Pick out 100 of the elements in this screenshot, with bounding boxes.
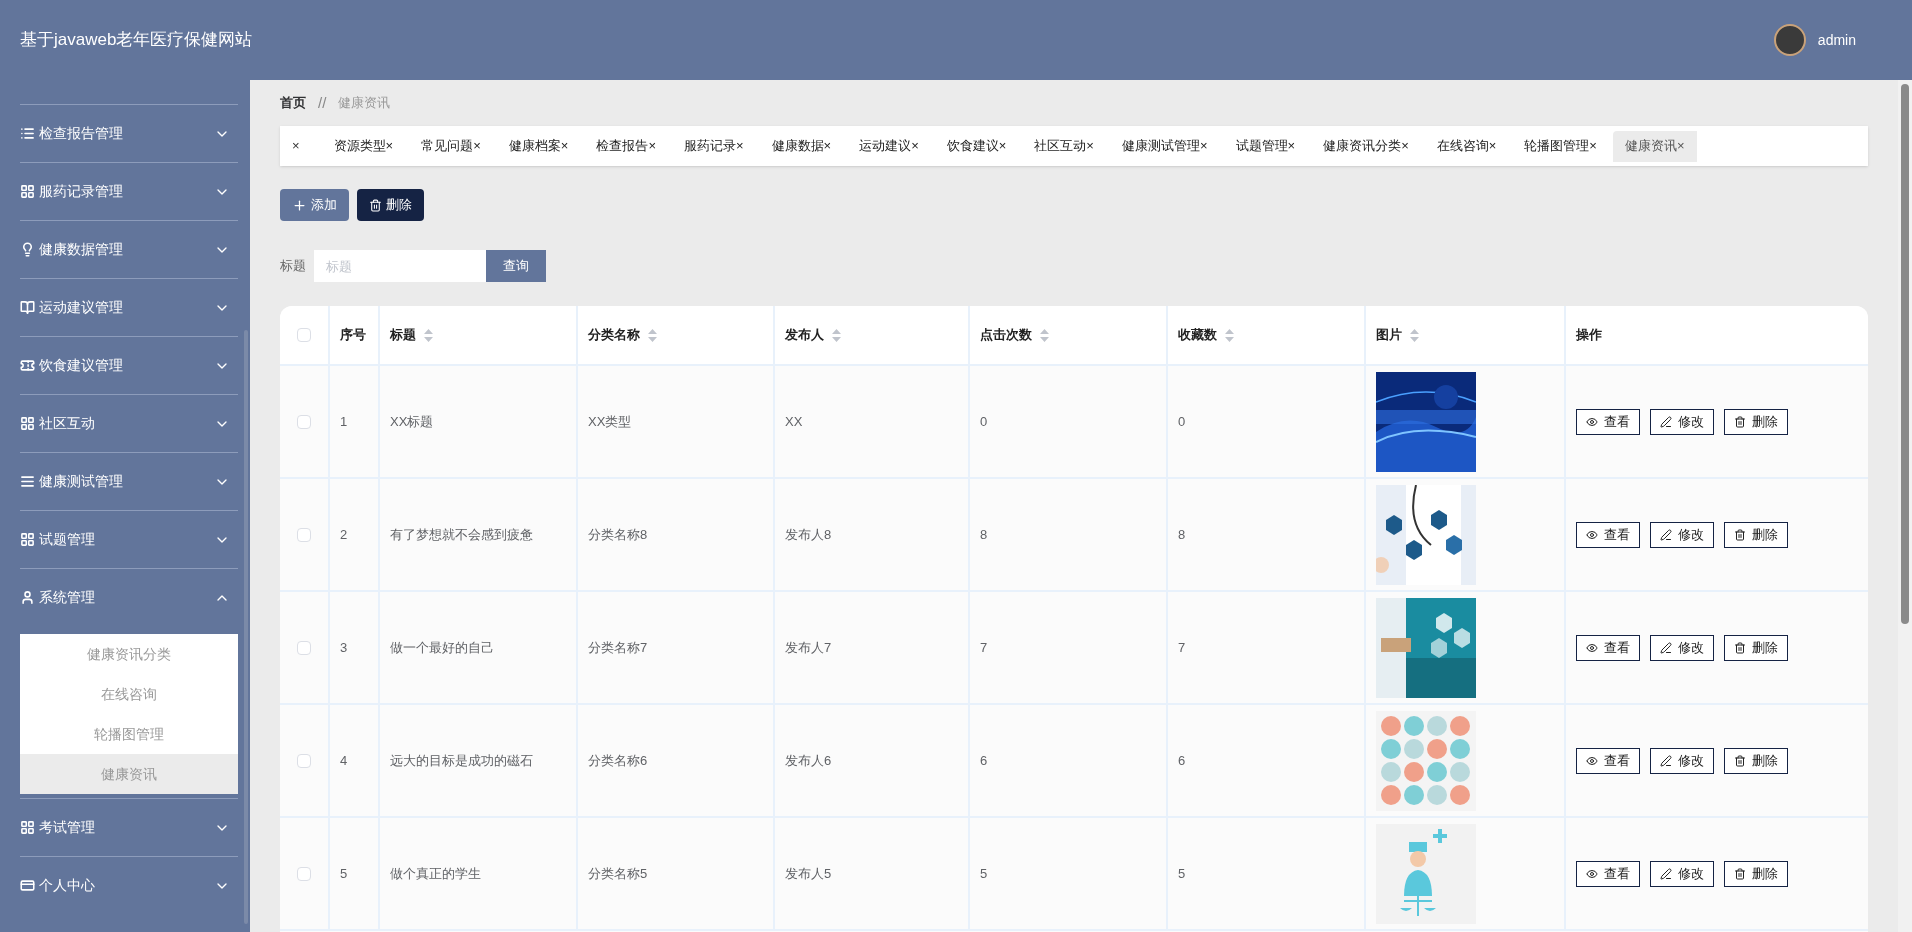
close-all-tabs[interactable]: × <box>292 136 300 156</box>
row-delete-button[interactable]: 删除 <box>1724 521 1788 548</box>
tab[interactable]: 健康数据× <box>759 130 844 162</box>
search-label: 标题 <box>280 257 306 276</box>
breadcrumb-separator: // <box>318 92 327 113</box>
column-header[interactable]: 标题 <box>390 325 416 345</box>
row-delete-button[interactable]: 删除 <box>1724 634 1788 661</box>
grid-icon <box>20 416 35 431</box>
pencil-icon <box>1660 754 1672 767</box>
tab[interactable]: 试题管理× <box>1223 130 1308 162</box>
query-button[interactable]: 查询 <box>486 250 546 282</box>
row-delete-button[interactable]: 删除 <box>1724 408 1788 435</box>
title-search-field[interactable]: 标题 <box>314 250 486 282</box>
breadcrumb-home[interactable]: 首页 <box>280 93 306 113</box>
column-header[interactable]: 分类名称 <box>588 325 640 345</box>
edit-button[interactable]: 修改 <box>1650 860 1714 887</box>
table-cell-text: 3 <box>340 638 348 657</box>
view-button[interactable]: 查看 <box>1576 747 1640 774</box>
tab[interactable]: 资源类型× <box>321 130 406 162</box>
tab[interactable]: 健康档案× <box>496 130 581 162</box>
edit-button[interactable]: 修改 <box>1650 634 1714 661</box>
avatar[interactable] <box>1773 24 1806 56</box>
table-cell-text: 5 <box>340 864 348 883</box>
sort-icon[interactable] <box>424 328 433 342</box>
edit-button[interactable]: 修改 <box>1650 408 1714 435</box>
sidebar-item[interactable]: 健康数据管理 <box>20 221 238 278</box>
sidebar-item[interactable]: 服药记录管理 <box>20 163 238 220</box>
view-button[interactable]: 查看 <box>1576 634 1640 661</box>
trash-icon <box>1734 415 1746 428</box>
tab[interactable]: 服药记录× <box>671 130 756 162</box>
lightbulb-icon <box>20 242 35 257</box>
edit-button[interactable]: 修改 <box>1650 521 1714 548</box>
trash-icon <box>1734 754 1746 767</box>
row-checkbox[interactable] <box>297 866 311 881</box>
grid-icon <box>20 532 35 547</box>
user-name[interactable]: admin <box>1817 29 1856 51</box>
eye-icon <box>1586 641 1598 654</box>
sidebar-item[interactable]: 系统管理 <box>20 569 238 626</box>
add-button[interactable]: 添加 <box>280 189 349 221</box>
row-delete-button[interactable]: 删除 <box>1724 747 1788 774</box>
row-delete-button[interactable]: 删除 <box>1724 860 1788 887</box>
table-cell-text: 6 <box>1178 751 1186 770</box>
sidebar-item[interactable]: 考试管理 <box>20 799 238 856</box>
table-cell-text: 6 <box>980 751 988 770</box>
table-cell-text: XX标题 <box>390 412 434 431</box>
sidebar-item[interactable]: 饮食建议管理 <box>20 337 238 394</box>
sort-icon[interactable] <box>648 328 657 342</box>
column-header[interactable]: 点击次数 <box>980 325 1032 345</box>
column-header[interactable]: 收藏数 <box>1178 325 1217 345</box>
column-header[interactable]: 发布人 <box>785 325 824 345</box>
tab[interactable]: 在线咨询× <box>1424 130 1509 162</box>
table-cell-text: 8 <box>980 525 988 544</box>
tab[interactable]: 健康资讯分类× <box>1311 130 1421 162</box>
sidebar-item[interactable]: 运动建议管理 <box>20 279 238 336</box>
column-header: 序号 <box>340 326 366 345</box>
row-checkbox[interactable] <box>297 527 311 542</box>
sidebar-item[interactable]: 社区互动 <box>20 395 238 452</box>
tab[interactable]: 健康资讯× <box>1612 130 1697 162</box>
page-scrollbar[interactable] <box>1898 80 1912 932</box>
pencil-icon <box>1660 415 1672 428</box>
grid-icon <box>20 184 35 199</box>
eye-icon <box>1586 528 1598 541</box>
table-cell-text: 2 <box>340 525 348 544</box>
table-cell-text: 做个真正的学生 <box>390 864 481 883</box>
view-button[interactable]: 查看 <box>1576 521 1640 548</box>
select-all-checkbox[interactable] <box>297 328 311 342</box>
eye-icon <box>1586 867 1598 880</box>
table-cell-text: 发布人8 <box>785 525 832 544</box>
row-checkbox[interactable] <box>297 640 311 655</box>
pencil-icon <box>1660 867 1672 880</box>
sidebar-item[interactable]: 检查报告管理 <box>20 105 238 162</box>
tab[interactable]: 社区互动× <box>1022 130 1106 162</box>
tab[interactable]: 轮播图管理× <box>1512 130 1609 162</box>
sort-icon[interactable] <box>1225 328 1234 342</box>
tab[interactable]: 健康测试管理× <box>1109 130 1220 162</box>
column-header[interactable]: 图片 <box>1376 325 1402 345</box>
row-checkbox[interactable] <box>297 753 311 768</box>
tab[interactable]: 检查报告× <box>584 130 668 162</box>
tab[interactable]: 饮食建议× <box>934 130 1019 162</box>
user-icon <box>20 590 35 605</box>
sidebar-item[interactable]: 试题管理 <box>20 511 238 568</box>
sort-icon[interactable] <box>832 328 841 342</box>
table-cell-text: 发布人6 <box>785 751 832 770</box>
sort-icon[interactable] <box>1040 328 1049 342</box>
plus-icon <box>292 197 307 213</box>
sidebar-item[interactable]: 个人中心 <box>20 857 238 914</box>
sort-icon[interactable] <box>1410 328 1419 342</box>
edit-button[interactable]: 修改 <box>1650 747 1714 774</box>
tab[interactable]: 常见问题× <box>409 130 493 162</box>
card-icon <box>20 878 35 893</box>
sidebar-item[interactable]: 健康测试管理 <box>20 453 238 510</box>
table-cell-text: 0 <box>980 412 988 431</box>
view-button[interactable]: 查看 <box>1576 408 1640 435</box>
view-button[interactable]: 查看 <box>1576 860 1640 887</box>
delete-button[interactable]: 删除 <box>357 189 424 221</box>
tab[interactable]: 运动建议× <box>847 130 931 162</box>
table-cell-text: 分类名称7 <box>588 638 648 657</box>
table-cell-text: 做一个最好的自己 <box>390 638 494 657</box>
trash-icon <box>369 198 382 212</box>
row-checkbox[interactable] <box>297 414 311 429</box>
